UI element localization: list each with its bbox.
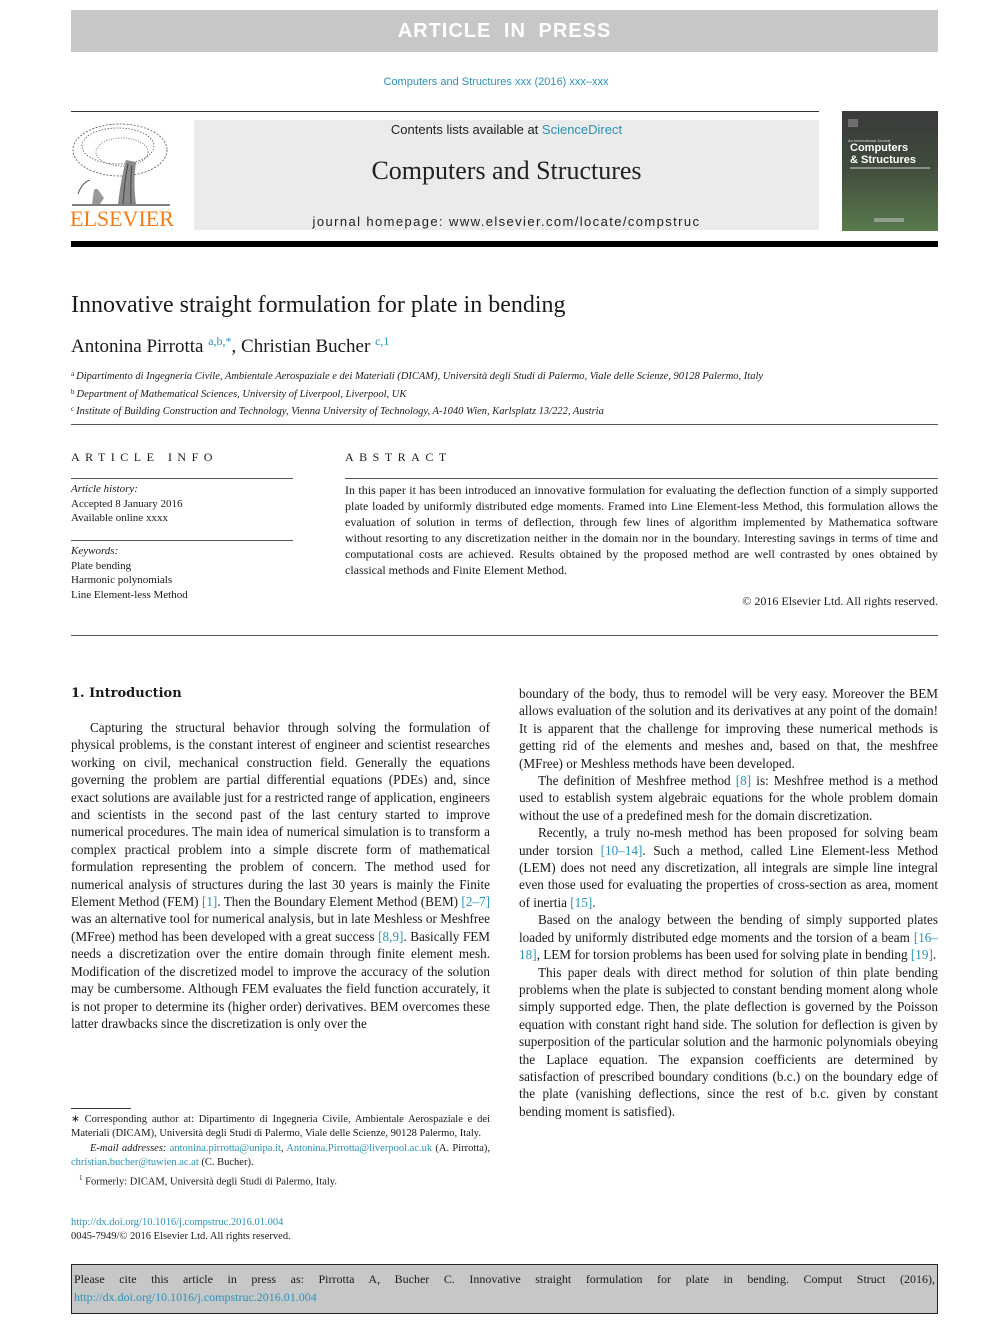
cover-title-line1: Computers <box>850 142 909 154</box>
homepage-label: journal homepage: <box>312 214 450 229</box>
footnotes: ∗ Corresponding author at: Dipartimento … <box>71 1113 490 1190</box>
masthead-thick-rule <box>71 241 938 247</box>
affiliation-item: c Institute of Building Construction and … <box>71 402 763 420</box>
cover-logo-icon <box>848 119 858 127</box>
keywords-rule <box>71 540 293 541</box>
header-rule <box>71 111 819 112</box>
journal-homepage: journal homepage: www.elsevier.com/locat… <box>194 214 819 229</box>
elsevier-wordmark: ELSEVIER <box>70 206 174 231</box>
affiliation-text: Dipartimento di Ingegneria Civile, Ambie… <box>76 371 764 382</box>
keywords-label: Keywords: <box>71 545 119 557</box>
doi-block: http://dx.doi.org/10.1016/j.compstruc.20… <box>71 1216 291 1245</box>
issn-line: 0045-7949/© 2016 Elsevier Ltd. All right… <box>71 1231 291 1243</box>
history-item: Accepted 8 January 2016 <box>71 497 183 510</box>
body-paragraph: This paper deals with direct method for … <box>519 964 938 1119</box>
footnote-1-text: Formerly: DICAM, Università degli Studi … <box>85 1176 337 1188</box>
email-label: E-mail addresses: <box>90 1142 167 1154</box>
affiliation-mark: a <box>71 370 75 378</box>
elsevier-logo[interactable]: ELSEVIER <box>70 120 174 232</box>
body-paragraph: Based on the analogy between the bending… <box>519 912 938 963</box>
article-history: Article history: Accepted 8 January 2016… <box>71 482 183 526</box>
cover-footer-bar <box>874 218 904 222</box>
keyword-item: Plate bending <box>71 559 132 572</box>
reference-link[interactable]: [19] <box>911 947 933 962</box>
affiliation-text: Institute of Building Construction and T… <box>76 406 604 417</box>
keyword-item: Harmonic polynomials <box>71 574 173 587</box>
author-affiliation-marks[interactable]: c,1 <box>375 334 389 348</box>
affiliation-mark: b <box>71 387 75 396</box>
reference-link[interactable]: [15] <box>570 895 592 910</box>
history-item: Available online xxxx <box>71 512 168 525</box>
abstract-heading: ABSTRACT <box>345 450 452 464</box>
article-title: Innovative straight formulation for plat… <box>71 292 566 318</box>
cover-title: Computers & Structures <box>850 142 916 166</box>
author-list: Antonina Pirrotta a,b,*, Christian Buche… <box>71 334 389 358</box>
abstract-text: In this paper it has been introduced an … <box>345 483 938 577</box>
body-left-column: Capturing the structural behavior throug… <box>71 719 490 1032</box>
reference-link[interactable]: [8] <box>736 773 751 788</box>
affiliation-item: a Dipartimento di Ingegneria Civile, Ambi… <box>71 367 763 385</box>
body-paragraph: The definition of Meshfree method [8] is… <box>519 773 938 823</box>
email-owner: (C. Bucher). <box>201 1157 254 1169</box>
section-heading-introduction: 1. Introduction <box>71 686 182 701</box>
journal-name: Computers and Structures <box>371 156 642 185</box>
author-affiliation-marks[interactable]: a,b,* <box>208 334 231 348</box>
cover-title-line2: & Structures <box>850 154 917 166</box>
sciencedirect-link[interactable]: ScienceDirect <box>542 122 622 137</box>
reference-link[interactable]: [10–14] <box>601 843 643 858</box>
article-info-rule <box>71 478 293 479</box>
corresponding-author-note: ∗ Corresponding author at: Dipartimento … <box>71 1114 490 1140</box>
email-link[interactable]: Antonina.Pirrotta@liverpool.ac.uk <box>286 1143 432 1154</box>
reference-link[interactable]: [2–7] <box>461 894 490 909</box>
email-owner: (A. Pirrotta), <box>435 1142 491 1154</box>
body-right-column: boundary of the body, thus to remodel wi… <box>519 685 938 1120</box>
email-link[interactable]: antonina.pirrotta@unipa.it <box>170 1143 281 1154</box>
journal-masthead: Contents lists available at ScienceDirec… <box>194 120 819 230</box>
doi-link[interactable]: http://dx.doi.org/10.1016/j.compstruc.20… <box>71 1217 283 1228</box>
footnote-1: 1 Formerly: DICAM, Università degli Stud… <box>71 1171 490 1190</box>
reference-link[interactable]: [8,9] <box>378 929 403 944</box>
citation-text: Please cite this article in press as: Pi… <box>74 1272 935 1286</box>
author-name: Antonina Pirrotta <box>71 336 204 357</box>
email-note: E-mail addresses: antonina.pirrotta@unip… <box>71 1142 491 1169</box>
reference-link[interactable]: [16–18] <box>519 930 938 962</box>
abstract-copyright: © 2016 Elsevier Ltd. All rights reserved… <box>742 594 938 608</box>
affiliation-mark: c <box>71 405 75 413</box>
article-in-press-banner: ARTICLE IN PRESS <box>71 10 938 52</box>
affiliations: a Dipartimento di Ingegneria Civile, Ambi… <box>71 367 763 420</box>
author-separator: , <box>231 336 242 357</box>
elsevier-tree-icon <box>72 123 170 206</box>
abstract-rule <box>345 478 938 479</box>
body-paragraph: Recently, a truly no-mesh method has bee… <box>519 825 938 910</box>
affiliation-item: b Department of Mathematical Sciences, Un… <box>71 385 763 403</box>
body-paragraph: boundary of the body, thus to remodel wi… <box>519 686 938 771</box>
article-info-heading: ARTICLE INFO <box>71 450 218 464</box>
contents-available-line: Contents lists available at ScienceDirec… <box>194 122 819 137</box>
email-link[interactable]: christian.bucher@tuwien.ac.at <box>71 1157 199 1168</box>
footnote-mark: 1 <box>79 1173 83 1182</box>
homepage-url-link[interactable]: www.elsevier.com/locate/compstruc <box>449 214 700 229</box>
contents-prefix: Contents lists available at <box>390 122 542 137</box>
citation-doi-link[interactable]: http://dx.doi.org/10.1016/j.compstruc.20… <box>74 1290 317 1304</box>
article-history-label: Article history: <box>71 483 138 495</box>
body-paragraph: Capturing the structural behavior throug… <box>71 720 490 1031</box>
keywords: Keywords: Plate bending Harmonic polynom… <box>71 544 188 602</box>
affiliation-text: Department of Mathematical Sciences, Uni… <box>76 388 407 400</box>
cover-subtitle-bar <box>850 167 930 169</box>
journal-reference-link[interactable]: Computers and Structures xxx (2016) xxx–… <box>0 76 992 88</box>
section-divider <box>71 635 938 636</box>
keyword-item: Line Element-less Method <box>71 588 188 601</box>
footnote-rule <box>71 1108 131 1109</box>
citation-box: Please cite this article in press as: Pi… <box>71 1264 938 1314</box>
section-divider <box>71 424 938 425</box>
author-name: Christian Bucher <box>241 336 371 357</box>
reference-link[interactable]: [1] <box>202 894 217 909</box>
journal-cover-thumbnail[interactable]: An International Journal Computers & Str… <box>842 111 938 231</box>
